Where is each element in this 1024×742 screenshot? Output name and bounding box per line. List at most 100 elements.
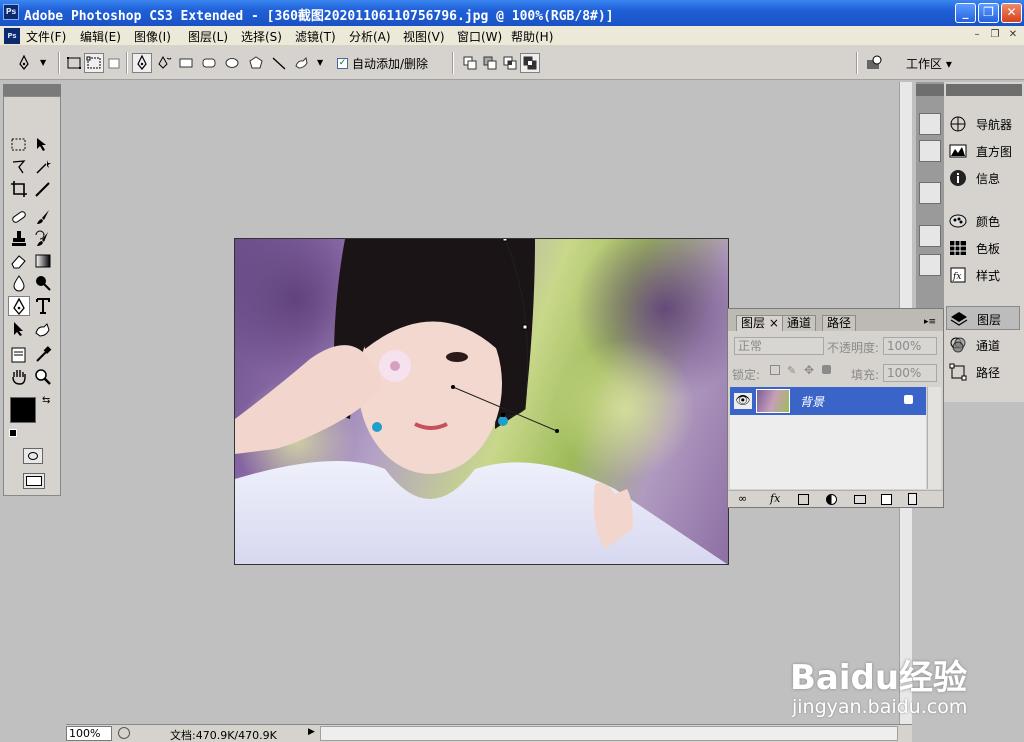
menu-image[interactable]: 图像(I) <box>134 28 171 45</box>
menu-file[interactable]: 文件(F) <box>26 28 66 45</box>
maximize-button[interactable]: ❐ <box>978 3 999 23</box>
horizontal-scrollbar[interactable] <box>320 726 898 741</box>
panel-channels[interactable]: 通道 <box>946 333 1020 357</box>
healing-brush-icon[interactable] <box>9 207 31 227</box>
dock-collapse-handle-right[interactable] <box>946 84 1022 96</box>
exclude-path-icon[interactable] <box>520 53 540 73</box>
freeform-pen-icon[interactable] <box>154 53 174 73</box>
eyedropper-tool-icon[interactable] <box>33 345 55 365</box>
paths-mode-icon[interactable] <box>84 53 104 73</box>
layer-name[interactable]: 背景 <box>800 393 824 410</box>
menu-select[interactable]: 选择(S) <box>241 28 282 45</box>
brushes-panel-icon[interactable] <box>919 225 941 247</box>
opacity-input[interactable]: 100% <box>883 337 937 355</box>
rectangle-shape-icon[interactable] <box>176 53 196 73</box>
marquee-tool-icon[interactable] <box>9 135 31 155</box>
path-selection-icon[interactable] <box>9 319 31 339</box>
doc-restore-button[interactable]: ❐ <box>988 29 1002 42</box>
adjustment-layer-icon[interactable] <box>826 494 837 505</box>
slice-tool-icon[interactable] <box>33 179 55 199</box>
tab-layers[interactable]: 图层 × <box>736 315 784 331</box>
polygon-shape-icon[interactable] <box>246 53 266 73</box>
document-canvas[interactable] <box>234 238 729 565</box>
move-tool-icon[interactable] <box>33 135 55 155</box>
screen-mode-icon[interactable] <box>23 473 45 489</box>
shape-dropdown-icon[interactable]: ▼ <box>317 58 323 67</box>
panel-info[interactable]: 信息 <box>946 166 1020 190</box>
add-mask-icon[interactable] <box>798 494 809 505</box>
document-icon[interactable]: Ps <box>4 28 20 44</box>
lock-image-icon[interactable]: ✎ <box>787 364 796 377</box>
bridge-icon[interactable] <box>864 53 884 73</box>
zoom-tool-icon[interactable] <box>33 367 55 387</box>
history-panel-icon[interactable] <box>919 113 941 135</box>
panel-histogram[interactable]: 直方图 <box>946 139 1020 163</box>
panel-menu-icon[interactable]: ▸≡ <box>924 317 936 327</box>
auto-add-delete-checkbox[interactable]: ✓ <box>337 58 348 69</box>
pen-tool-preset-icon[interactable] <box>14 53 34 73</box>
fill-pixels-mode-icon[interactable] <box>104 53 124 73</box>
line-shape-icon[interactable] <box>269 53 289 73</box>
history-brush-icon[interactable] <box>33 229 55 249</box>
menu-help[interactable]: 帮助(H) <box>511 28 553 45</box>
menu-layer[interactable]: 图层(L) <box>188 28 228 45</box>
tools-panel-header[interactable] <box>3 84 61 96</box>
tool-presets-icon[interactable] <box>919 182 941 204</box>
tab-channels[interactable]: 通道 <box>782 315 817 331</box>
tab-paths[interactable]: 路径 <box>822 315 857 331</box>
blend-mode-select[interactable]: 正常 <box>734 337 824 355</box>
delete-layer-icon[interactable] <box>908 493 917 505</box>
fill-input[interactable]: 100% <box>883 364 937 382</box>
custom-shape-icon[interactable] <box>292 53 312 73</box>
clone-stamp-icon[interactable] <box>9 229 31 249</box>
panel-color[interactable]: 颜色 <box>946 209 1020 233</box>
dodge-tool-icon[interactable] <box>33 273 55 293</box>
notes-tool-icon[interactable] <box>9 345 31 365</box>
status-info-icon[interactable] <box>118 727 130 739</box>
menu-filter[interactable]: 滤镜(T) <box>295 28 336 45</box>
lock-position-icon[interactable]: ✥ <box>804 363 814 377</box>
ellipse-shape-icon[interactable] <box>222 53 242 73</box>
pen-tool-icon[interactable] <box>132 53 152 73</box>
layer-visibility-eye-icon[interactable]: 👁 <box>734 393 752 409</box>
actions-panel-icon[interactable] <box>919 140 941 162</box>
pen-tool-icon[interactable] <box>8 296 30 316</box>
subtract-path-icon[interactable] <box>480 53 500 73</box>
blur-tool-icon[interactable] <box>9 273 31 293</box>
status-menu-arrow-icon[interactable]: ▶ <box>308 727 315 737</box>
custom-shape-tool-icon[interactable] <box>33 319 55 339</box>
hand-tool-icon[interactable] <box>9 367 31 387</box>
minimize-button[interactable]: _ <box>955 3 976 23</box>
menu-window[interactable]: 窗口(W) <box>457 28 502 45</box>
brush-tool-icon[interactable] <box>33 207 55 227</box>
foreground-color-swatch[interactable] <box>10 397 36 423</box>
type-tool-icon[interactable] <box>33 296 55 316</box>
gradient-tool-icon[interactable] <box>33 251 55 271</box>
close-button[interactable]: ✕ <box>1001 3 1022 23</box>
lock-all-icon[interactable] <box>822 365 831 374</box>
panel-layers[interactable]: 图层 <box>946 306 1020 330</box>
lock-transparent-icon[interactable] <box>770 365 780 375</box>
dock-collapse-handle-left[interactable] <box>916 84 944 96</box>
panel-swatches[interactable]: 色板 <box>946 236 1020 260</box>
panel-styles[interactable]: fx 样式 <box>946 263 1020 287</box>
menu-edit[interactable]: 编辑(E) <box>80 28 121 45</box>
swap-colors-icon[interactable]: ⇆ <box>42 395 50 406</box>
menu-view[interactable]: 视图(V) <box>403 28 445 45</box>
eraser-tool-icon[interactable] <box>9 251 31 271</box>
workspace-menu[interactable]: 工作区 ▾ <box>906 55 952 72</box>
crop-tool-icon[interactable] <box>9 179 31 199</box>
zoom-level-input[interactable]: 100% <box>66 726 112 741</box>
clone-source-icon[interactable] <box>919 254 941 276</box>
default-colors-icon[interactable] <box>9 429 17 437</box>
magic-wand-icon[interactable] <box>33 157 55 177</box>
link-layers-icon[interactable]: ∞ <box>738 492 747 505</box>
panel-navigator[interactable]: 导航器 <box>946 112 1020 136</box>
shape-layers-mode-icon[interactable] <box>64 53 84 73</box>
layers-scrollbar[interactable] <box>927 387 941 489</box>
combine-path-icon[interactable] <box>460 53 480 73</box>
quick-mask-icon[interactable] <box>23 448 43 464</box>
new-group-icon[interactable] <box>854 495 866 504</box>
layer-row-background[interactable]: 👁 背景 <box>730 387 926 415</box>
doc-minimize-button[interactable]: – <box>970 29 984 42</box>
